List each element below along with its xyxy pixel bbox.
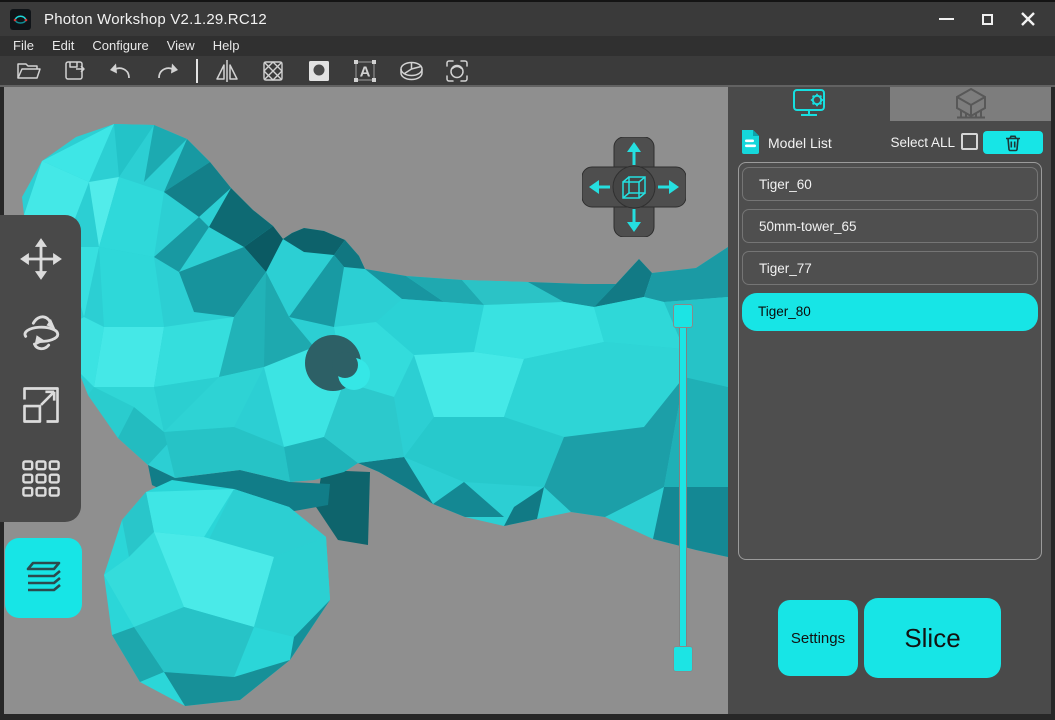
open-file-button[interactable] xyxy=(15,57,43,85)
undo-button[interactable] xyxy=(107,57,135,85)
model-list: Tiger_60 50mm-tower_65 Tiger_77 Tiger_80 xyxy=(738,162,1042,560)
model-list-item-selected[interactable]: Tiger_80 xyxy=(742,293,1038,331)
array-icon xyxy=(21,459,60,497)
left-tool-panel xyxy=(0,215,81,522)
delete-model-button[interactable] xyxy=(983,131,1043,154)
redo-button[interactable] xyxy=(153,57,181,85)
reset-view-cube-button[interactable] xyxy=(612,165,656,209)
undo-icon xyxy=(110,63,130,78)
minimize-icon xyxy=(938,18,954,20)
app-logo-icon xyxy=(10,8,31,30)
punch-hole-icon xyxy=(309,60,329,81)
menu-item-help[interactable]: Help xyxy=(204,36,249,56)
tab-print-preview[interactable] xyxy=(890,87,1051,121)
menu-item-configure[interactable]: Configure xyxy=(83,36,157,56)
view-navigation-pad xyxy=(581,136,687,238)
close-icon xyxy=(1021,12,1035,26)
menu-item-edit[interactable]: Edit xyxy=(43,36,83,56)
menu-bar: File Edit Configure View Help xyxy=(0,36,1055,56)
model-list-item[interactable]: Tiger_77 xyxy=(742,251,1038,285)
rotate-icon xyxy=(23,315,59,351)
split-icon xyxy=(399,61,423,80)
toolbar-divider xyxy=(196,58,198,83)
toolbar: A xyxy=(0,56,1055,87)
svg-text:A: A xyxy=(360,63,371,80)
scale-icon xyxy=(22,387,59,423)
model-list-title: Model List xyxy=(768,135,832,151)
face-scan-icon xyxy=(446,59,468,82)
maximize-icon xyxy=(981,13,993,25)
text-icon: A xyxy=(354,59,376,82)
model-list-item[interactable]: 50mm-tower_65 xyxy=(742,209,1038,243)
model-list-item[interactable]: Tiger_60 xyxy=(742,167,1038,201)
menu-item-view[interactable]: View xyxy=(158,36,204,56)
window-controls xyxy=(933,6,1055,32)
layers-icon xyxy=(26,561,61,592)
punch-hole-button[interactable] xyxy=(305,57,333,85)
slice-button[interactable]: Slice xyxy=(864,598,1001,678)
trash-icon xyxy=(1006,135,1020,151)
mirror-icon xyxy=(216,59,238,82)
right-panel: Model List Select ALL Tiger_60 50mm-towe… xyxy=(728,87,1051,714)
settings-button[interactable]: Settings xyxy=(778,600,858,676)
select-all-checkbox[interactable] xyxy=(961,133,978,150)
layer-slider-track[interactable] xyxy=(679,315,687,651)
maximize-button[interactable] xyxy=(974,6,1000,32)
save-file-button[interactable] xyxy=(61,57,89,85)
tab-model-settings[interactable] xyxy=(728,87,890,121)
face-detect-button[interactable] xyxy=(443,57,471,85)
close-button[interactable] xyxy=(1015,6,1041,32)
select-all-label: Select ALL xyxy=(890,135,955,150)
array-tool-button[interactable] xyxy=(13,450,69,506)
window-title: Photon Workshop V2.1.29.RC12 xyxy=(44,10,267,28)
mirror-button[interactable] xyxy=(213,57,241,85)
model-list-icon xyxy=(739,129,761,160)
redo-icon xyxy=(158,63,178,78)
split-button[interactable] xyxy=(397,57,425,85)
layer-view-tool-button[interactable] xyxy=(5,538,82,618)
layer-slider-handle-bottom[interactable] xyxy=(673,646,693,672)
move-icon xyxy=(19,238,62,281)
open-folder-icon xyxy=(17,62,41,79)
printer-icon xyxy=(955,87,986,119)
text-tool-button[interactable]: A xyxy=(351,57,379,85)
menu-item-file[interactable]: File xyxy=(4,36,43,56)
hollow-button[interactable] xyxy=(259,57,287,85)
scale-tool-button[interactable] xyxy=(13,377,69,433)
title-bar: Photon Workshop V2.1.29.RC12 xyxy=(0,2,1055,36)
app-window: Photon Workshop V2.1.29.RC12 File Edit C… xyxy=(0,0,1055,720)
layer-slider-handle-top[interactable] xyxy=(673,304,693,328)
monitor-gear-icon xyxy=(793,89,825,116)
hollow-icon xyxy=(263,60,283,81)
minimize-button[interactable] xyxy=(933,6,959,32)
rotate-tool-button[interactable] xyxy=(13,304,69,360)
save-icon xyxy=(65,60,85,80)
move-tool-button[interactable] xyxy=(13,231,69,287)
